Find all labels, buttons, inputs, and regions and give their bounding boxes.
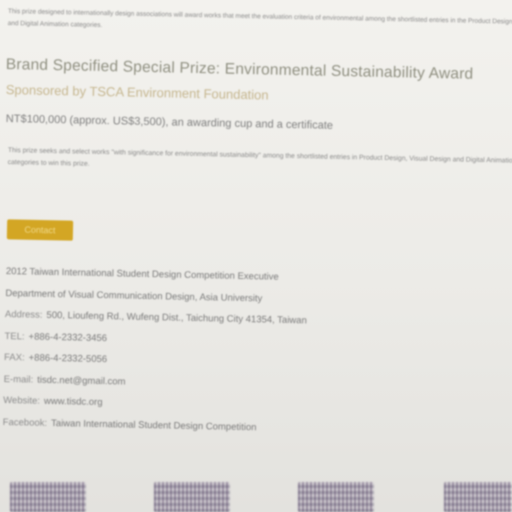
prize-criteria: This prize seeks and select works "with … xyxy=(7,146,512,168)
sponsor-logos xyxy=(0,478,512,512)
email-value: tisdc.net@gmail.com xyxy=(37,374,126,388)
facebook-label: Facebook: xyxy=(2,416,48,429)
tel-label: TEL: xyxy=(4,330,25,342)
intro-paragraph: This prize designed to internationally d… xyxy=(7,7,512,29)
tel-value: +886-4-2332-3456 xyxy=(28,330,108,344)
sponsor-logo-4 xyxy=(444,482,512,512)
document-content: This prize designed to internationally d… xyxy=(0,0,512,512)
contact-badge: Contact xyxy=(6,219,74,241)
website-label: Website: xyxy=(3,394,41,407)
prize-title: Brand Specified Special Prize: Environme… xyxy=(5,56,474,83)
fax-label: FAX: xyxy=(3,351,25,364)
document-page: This prize designed to internationally d… xyxy=(0,0,512,512)
fax-value: +886-4-2332-5056 xyxy=(28,352,108,366)
prize-sponsor: Sponsored by TSCA Environment Foundation xyxy=(5,82,269,103)
website-value: www.tisdc.org xyxy=(43,395,103,409)
sponsor-logo-1 xyxy=(10,482,86,512)
address-label: Address: xyxy=(4,308,43,321)
prize-award: NT$100,000 (approx. US$3,500), an awardi… xyxy=(5,113,334,132)
sponsor-logo-3 xyxy=(298,482,374,512)
email-label: E-mail: xyxy=(3,373,34,386)
contact-info: 2012 Taiwan International Student Design… xyxy=(2,266,307,444)
sponsor-logo-2 xyxy=(154,482,230,512)
